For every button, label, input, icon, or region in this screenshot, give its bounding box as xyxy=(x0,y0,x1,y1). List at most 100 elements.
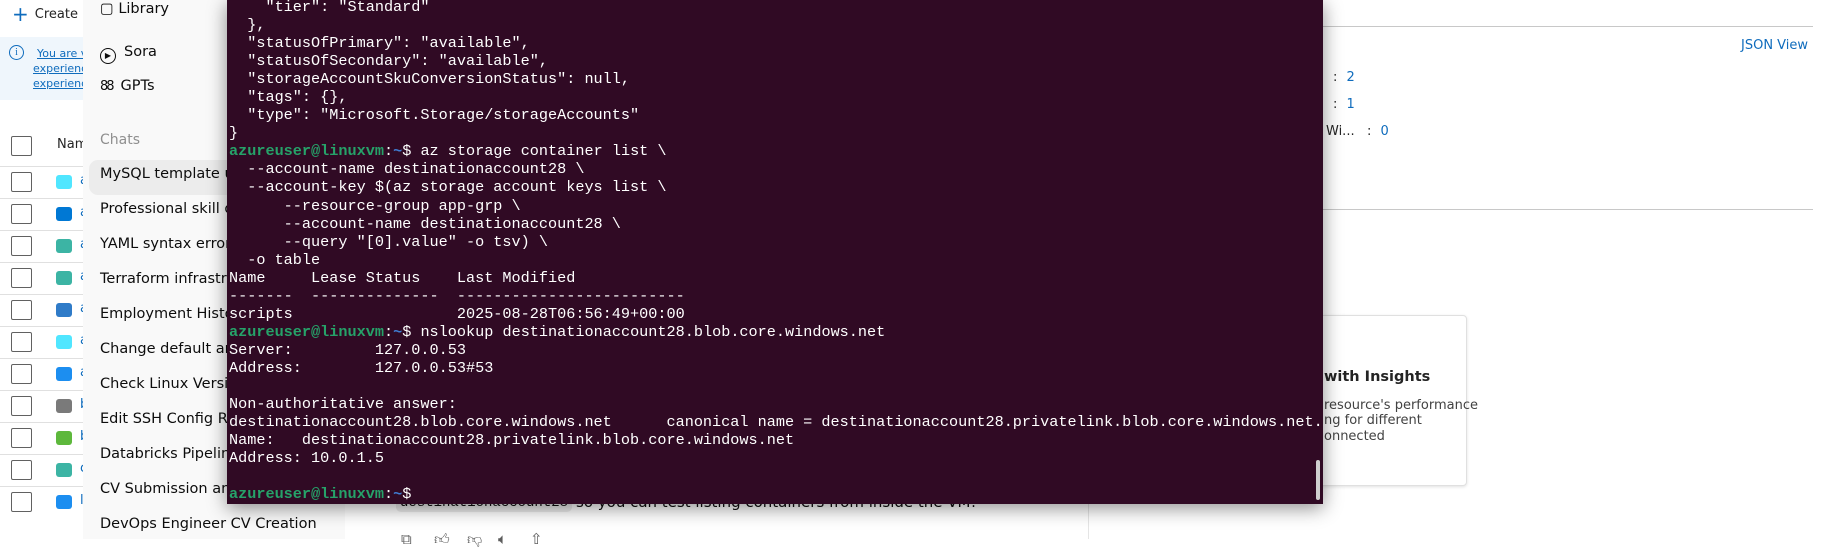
row-divider xyxy=(0,358,90,359)
terminal-command-line: azureuser@linuxvm:~$ nslookup destinatio… xyxy=(229,322,886,341)
info-banner: i You are v experienc experienc xyxy=(0,37,90,100)
terminal-line: --account-key $(az storage account keys … xyxy=(229,178,667,197)
resource-type-icon xyxy=(56,207,72,221)
terminal-line: --query "[0].value" -o tsv) \ xyxy=(229,232,548,251)
resource-type-icon xyxy=(56,239,72,253)
json-view-link[interactable]: JSON View xyxy=(1741,38,1808,53)
row-divider xyxy=(0,454,90,455)
plus-icon: + xyxy=(12,2,29,26)
create-label: Create xyxy=(34,7,78,22)
terminal-line: "tags": {}, xyxy=(229,88,348,107)
terminal-line: "storageAccountSkuConversionStatus": nul… xyxy=(229,70,631,89)
create-button[interactable]: + Create xyxy=(12,2,78,26)
resource-type-icon xyxy=(56,271,72,285)
terminal-line: } xyxy=(229,124,239,143)
row-checkbox[interactable] xyxy=(11,204,32,224)
terminal-line: --resource-group app-grp \ xyxy=(229,196,521,215)
library-label: Library xyxy=(118,1,170,17)
thumbs-up-icon[interactable]: 👍︎ xyxy=(434,530,450,549)
copy-icon[interactable]: ⧉ xyxy=(401,530,412,548)
sora-label: Sora xyxy=(124,44,157,60)
terminal-scrollbar[interactable] xyxy=(1316,460,1320,500)
property-label: Wi... xyxy=(1326,124,1355,139)
terminal-output: "tier": "Standard" }, "statusOfPrimary":… xyxy=(229,0,1323,503)
terminal-window[interactable]: "tier": "Standard" }, "statusOfPrimary":… xyxy=(227,0,1323,504)
terminal-line: destinationaccount28.blob.core.windows.n… xyxy=(229,413,1323,432)
row-checkbox[interactable] xyxy=(11,364,32,384)
terminal-line: "tier": "Standard" xyxy=(229,0,430,16)
sidebar-item-gpts[interactable]: 88 GPTs xyxy=(100,78,155,94)
resource-type-icon xyxy=(56,303,72,317)
info-icon: i xyxy=(9,45,24,60)
resource-type-icon xyxy=(56,175,72,189)
terminal-line: Address: 10.0.1.5 xyxy=(229,449,384,468)
row-checkbox[interactable] xyxy=(11,332,32,352)
azure-resource-list-panel: + Create i You are v experienc experienc … xyxy=(0,0,90,539)
chat-item[interactable]: Employment History xyxy=(100,306,248,322)
chat-item[interactable]: Check Linux Version xyxy=(100,376,246,392)
terminal-line: "type": "Microsoft.Storage/storageAccoun… xyxy=(229,106,640,125)
row-divider xyxy=(0,486,90,487)
terminal-command-line: azureuser@linuxvm:~$ az storage containe… xyxy=(229,142,667,161)
gpts-grid-icon: 88 xyxy=(100,79,114,94)
prompt-user: azureuser@linuxvm xyxy=(229,322,384,341)
row-checkbox[interactable] xyxy=(11,428,32,448)
terminal-line: Server: 127.0.0.53 xyxy=(229,340,466,359)
resource-type-icon xyxy=(56,335,72,349)
terminal-line: scripts 2025-08-28T06:56:49+00:00 xyxy=(229,304,685,323)
terminal-command-line: azureuser@linuxvm:~$ xyxy=(229,485,412,504)
chat-item[interactable]: MySQL template upl xyxy=(100,166,247,182)
thumbs-down-icon[interactable]: 👎︎ xyxy=(467,530,482,549)
property-row: : 1 xyxy=(1333,97,1355,112)
terminal-line: "statusOfPrimary": "available", xyxy=(229,34,530,53)
property-value-link[interactable]: 0 xyxy=(1381,124,1389,139)
banner-link[interactable]: experienc xyxy=(33,77,87,90)
terminal-line: -o table xyxy=(229,250,321,269)
prompt-path: ~ xyxy=(393,142,403,161)
prompt-user: azureuser@linuxvm xyxy=(229,485,384,504)
row-checkbox[interactable] xyxy=(11,236,32,256)
row-divider xyxy=(0,390,90,391)
property-value-link[interactable]: 2 xyxy=(1347,70,1355,85)
banner-link[interactable]: experienc xyxy=(33,62,87,75)
sidebar-item-sora[interactable]: ▶ Sora xyxy=(100,44,157,64)
prompt-path: ~ xyxy=(393,322,403,341)
speaker-icon[interactable]: 🔈︎ xyxy=(498,530,507,548)
library-icon: ▢ xyxy=(100,1,119,17)
property-row: : 2 xyxy=(1333,70,1355,85)
property-row: Wi... : 0 xyxy=(1326,124,1389,139)
row-checkbox[interactable] xyxy=(11,172,32,192)
command-text: az storage container list \ xyxy=(411,142,667,161)
chat-item[interactable]: Change default ansi xyxy=(100,341,245,357)
play-circle-icon: ▶ xyxy=(100,48,116,64)
terminal-line: Address: 127.0.0.53#53 xyxy=(229,358,494,377)
terminal-line: "statusOfSecondary": "available", xyxy=(229,52,548,71)
chat-item[interactable]: YAML syntax error fi xyxy=(100,236,245,252)
row-divider xyxy=(0,230,90,231)
sidebar-item-library[interactable]: ▢ Library xyxy=(100,1,169,17)
row-checkbox[interactable] xyxy=(11,268,32,288)
row-checkbox[interactable] xyxy=(11,396,32,416)
chat-item[interactable]: Terraform infrastruc xyxy=(100,271,244,287)
chat-item[interactable]: DevOps Engineer CV Creation xyxy=(100,516,317,532)
card-title: with Insights xyxy=(1324,369,1431,385)
terminal-line: ------- -------------- -----------------… xyxy=(229,286,685,305)
banner-link[interactable]: You are v xyxy=(37,47,87,60)
chats-heading: Chats xyxy=(100,132,141,148)
resource-type-icon xyxy=(56,399,72,413)
row-divider xyxy=(0,294,90,295)
row-checkbox[interactable] xyxy=(11,300,32,320)
row-divider xyxy=(0,166,90,167)
row-checkbox[interactable] xyxy=(11,460,32,480)
terminal-line: }, xyxy=(229,16,266,35)
terminal-line: Non-authoritative answer: xyxy=(229,395,457,414)
share-icon[interactable]: ⇧ xyxy=(530,530,543,548)
card-description: onnected xyxy=(1324,429,1385,444)
resource-type-icon xyxy=(56,367,72,381)
property-value-link[interactable]: 1 xyxy=(1347,97,1355,112)
card-description: resource's performance xyxy=(1324,398,1478,413)
row-checkbox[interactable] xyxy=(11,492,32,512)
select-all-checkbox[interactable] xyxy=(11,136,32,156)
terminal-line: --account-name destinationaccount28 \ xyxy=(229,160,585,179)
card-description: ng for different xyxy=(1324,413,1422,428)
